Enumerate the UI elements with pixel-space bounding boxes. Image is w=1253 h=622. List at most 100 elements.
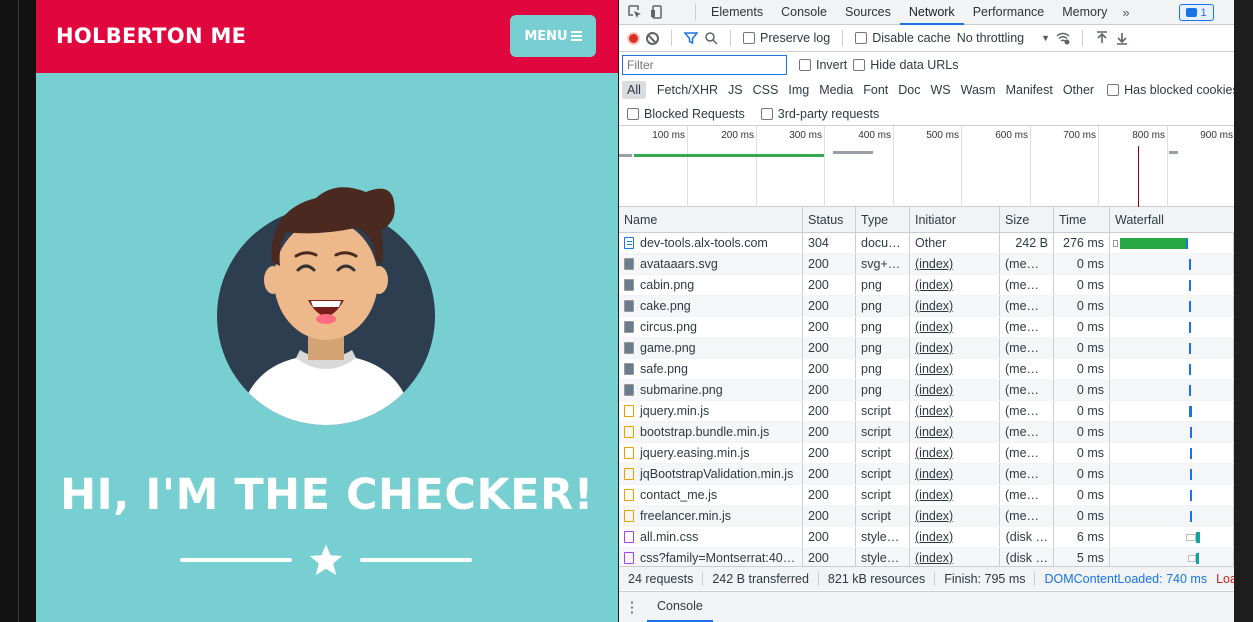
request-initiator[interactable]: (index)	[910, 422, 1000, 442]
request-initiator[interactable]: (index)	[910, 506, 1000, 526]
clear-icon[interactable]	[646, 31, 659, 45]
type-filter-fetch-xhr[interactable]: Fetch/XHR	[652, 81, 723, 99]
request-name-cell[interactable]: submarine.png	[619, 380, 803, 400]
tab-sources[interactable]: Sources	[836, 0, 900, 25]
request-initiator[interactable]: (index)	[910, 401, 1000, 421]
filter-icon[interactable]	[684, 31, 698, 45]
checkbox-box[interactable]	[853, 59, 866, 71]
blocked-requests-checkbox[interactable]: Blocked Requests	[627, 107, 745, 121]
third-party-checkbox[interactable]: 3rd-party requests	[760, 107, 879, 121]
request-name-cell[interactable]: cabin.png	[619, 275, 803, 295]
checkbox-box[interactable]	[1107, 84, 1120, 96]
tab-network[interactable]: Network	[899, 0, 964, 25]
checkbox-box[interactable]	[855, 32, 868, 44]
issues-badge[interactable]: 1	[1179, 4, 1214, 21]
more-tabs-button[interactable]: »	[1116, 5, 1135, 20]
table-row[interactable]: all.min.css 200 styles… (index) (disk … 6 ms	[619, 527, 1234, 548]
request-initiator[interactable]: (index)	[910, 338, 1000, 358]
export-har-icon[interactable]	[1115, 31, 1129, 45]
column-type[interactable]: Type	[856, 207, 910, 232]
table-row[interactable]: dev-tools.alx-tools.com 304 docu… Other 242 …	[619, 233, 1234, 254]
menu-button[interactable]: MENU	[510, 15, 596, 57]
drawer-tab-console[interactable]: Console	[647, 592, 713, 622]
request-initiator[interactable]: (index)	[910, 317, 1000, 337]
table-row[interactable]: bootstrap.bundle.min.js 200 script (index) (…	[619, 422, 1234, 443]
initiator-link[interactable]: (index)	[915, 551, 953, 565]
network-overview[interactable]: 100 ms 200 ms 300 ms 400 ms 500 ms 600 m…	[619, 126, 1234, 207]
site-brand[interactable]: HOLBERTON ME	[56, 24, 246, 48]
initiator-link[interactable]: (index)	[915, 257, 953, 271]
request-name-cell[interactable]: freelancer.min.js	[619, 506, 803, 526]
initiator-link[interactable]: (index)	[915, 488, 953, 502]
device-toolbar-icon[interactable]	[650, 5, 664, 19]
request-initiator[interactable]: (index)	[910, 443, 1000, 463]
hide-data-urls-checkbox[interactable]: Hide data URLs	[853, 58, 959, 72]
request-name-cell[interactable]: contact_me.js	[619, 485, 803, 505]
column-waterfall[interactable]: Waterfall	[1110, 207, 1234, 232]
checkbox-box[interactable]	[627, 107, 639, 120]
column-time[interactable]: Time	[1054, 207, 1110, 232]
request-initiator[interactable]: (index)	[910, 485, 1000, 505]
throttling-select[interactable]: No throttling ▼	[957, 31, 1050, 45]
request-initiator[interactable]: (index)	[910, 296, 1000, 316]
initiator-link[interactable]: (index)	[915, 278, 953, 292]
table-row[interactable]: contact_me.js 200 script (index) (mem… 0 ms	[619, 485, 1234, 506]
import-har-icon[interactable]	[1095, 31, 1109, 45]
checkbox-box[interactable]	[743, 32, 755, 44]
inspect-element-icon[interactable]	[628, 5, 642, 19]
type-filter-ws[interactable]: WS	[925, 81, 955, 99]
drawer-menu-icon[interactable]: ⋮	[619, 598, 645, 616]
tab-memory[interactable]: Memory	[1053, 0, 1116, 25]
record-icon[interactable]	[627, 31, 640, 45]
preserve-log-checkbox[interactable]: Preserve log	[743, 31, 830, 45]
request-name-cell[interactable]: game.png	[619, 338, 803, 358]
type-filter-wasm[interactable]: Wasm	[956, 81, 1001, 99]
search-icon[interactable]	[704, 31, 718, 45]
initiator-link[interactable]: (index)	[915, 320, 953, 334]
tab-elements[interactable]: Elements	[702, 0, 772, 25]
type-filter-font[interactable]: Font	[858, 81, 893, 99]
type-filter-all[interactable]: All	[622, 81, 646, 99]
type-filter-js[interactable]: JS	[723, 81, 748, 99]
request-initiator[interactable]: (index)	[910, 254, 1000, 274]
request-name-cell[interactable]: jquery.easing.min.js	[619, 443, 803, 463]
initiator-link[interactable]: (index)	[915, 467, 953, 481]
initiator-link[interactable]: (index)	[915, 446, 953, 460]
type-filter-media[interactable]: Media	[814, 81, 858, 99]
type-filter-css[interactable]: CSS	[748, 81, 784, 99]
initiator-link[interactable]: (index)	[915, 404, 953, 418]
column-status[interactable]: Status	[803, 207, 856, 232]
column-size[interactable]: Size	[1000, 207, 1054, 232]
request-name-cell[interactable]: jqBootstrapValidation.min.js	[619, 464, 803, 484]
request-name-cell[interactable]: safe.png	[619, 359, 803, 379]
filter-input[interactable]	[622, 55, 787, 75]
initiator-link[interactable]: (index)	[915, 362, 953, 376]
table-row[interactable]: submarine.png 200 png (index) (mem… 0 ms	[619, 380, 1234, 401]
request-initiator[interactable]: (index)	[910, 275, 1000, 295]
disable-cache-checkbox[interactable]: Disable cache	[855, 31, 951, 45]
request-initiator[interactable]: (index)	[910, 359, 1000, 379]
column-initiator[interactable]: Initiator	[910, 207, 1000, 232]
request-initiator[interactable]: Other	[910, 233, 1000, 253]
initiator-link[interactable]: (index)	[915, 530, 953, 544]
request-name-cell[interactable]: jquery.min.js	[619, 401, 803, 421]
table-row[interactable]: game.png 200 png (index) (mem… 0 ms	[619, 338, 1234, 359]
type-filter-img[interactable]: Img	[783, 81, 814, 99]
tab-console[interactable]: Console	[772, 0, 836, 25]
request-name-cell[interactable]: all.min.css	[619, 527, 803, 547]
initiator-link[interactable]: (index)	[915, 509, 953, 523]
tab-performance[interactable]: Performance	[964, 0, 1054, 25]
request-name-cell[interactable]: dev-tools.alx-tools.com	[619, 233, 803, 253]
table-row[interactable]: avataaars.svg 200 svg+xml (index) (mem… 0 ms	[619, 254, 1234, 275]
request-initiator[interactable]: (index)	[910, 464, 1000, 484]
column-name[interactable]: Name	[619, 207, 803, 232]
initiator-link[interactable]: (index)	[915, 383, 953, 397]
table-row[interactable]: circus.png 200 png (index) (mem… 0 ms	[619, 317, 1234, 338]
checkbox-box[interactable]	[760, 107, 773, 120]
initiator-link[interactable]: (index)	[915, 425, 953, 439]
request-name-cell[interactable]: avataaars.svg	[619, 254, 803, 274]
type-filter-other[interactable]: Other	[1058, 81, 1099, 99]
table-row[interactable]: jqBootstrapValidation.min.js 200 script (in…	[619, 464, 1234, 485]
initiator-link[interactable]: (index)	[915, 341, 953, 355]
request-initiator[interactable]: (index)	[910, 548, 1000, 568]
